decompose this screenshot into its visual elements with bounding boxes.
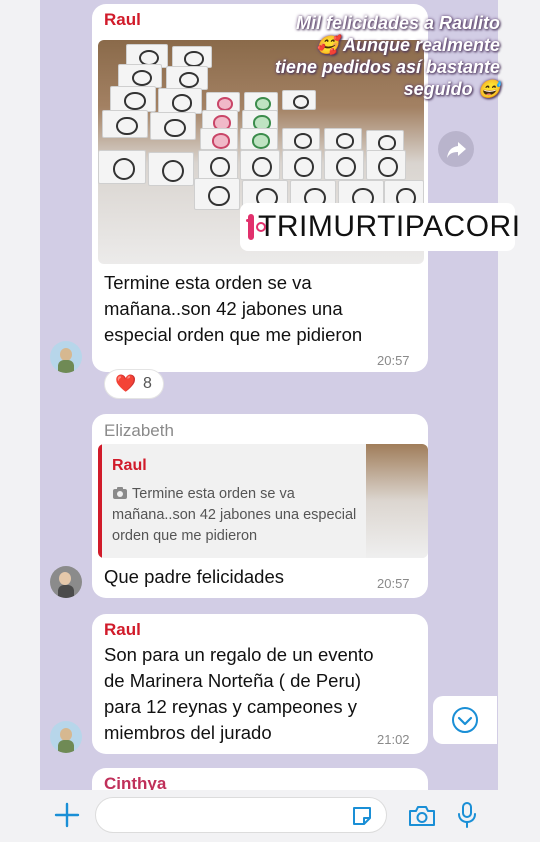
scroll-down-button[interactable]	[433, 696, 497, 744]
story-caption: Mil felicidades a Raulito 🥰 Aunque realm…	[274, 13, 500, 99]
message-bubble[interactable]: Elizabeth Raul Termine esta orden se va …	[92, 414, 428, 598]
reaction-badge[interactable]: ❤️ 8	[104, 369, 164, 399]
chevron-down-icon	[452, 707, 478, 733]
message-bubble[interactable]: Raul Son para un regalo de un evento de …	[92, 614, 428, 754]
avatar-elizabeth[interactable]	[50, 566, 82, 598]
reaction-count: 8	[143, 375, 152, 392]
sender-name[interactable]: Raul	[104, 10, 141, 30]
sender-name[interactable]: Elizabeth	[104, 421, 174, 441]
message-text[interactable]: Que padre felicidades	[104, 564, 284, 590]
message-input[interactable]	[95, 797, 387, 833]
quote-accent-bar	[98, 444, 102, 558]
avatar-raul[interactable]	[50, 721, 82, 753]
instagram-tag[interactable]: TRIMURTIPACORI	[240, 203, 520, 251]
plus-icon[interactable]	[53, 801, 81, 829]
message-text[interactable]: Son para un regalo de un evento de Marin…	[104, 642, 394, 746]
avatar-raul[interactable]	[50, 341, 82, 373]
instagram-handle: TRIMURTIPACORI	[258, 210, 521, 243]
quote-thumbnail	[366, 444, 428, 558]
forward-button[interactable]	[438, 131, 474, 167]
microphone-icon[interactable]	[457, 801, 477, 829]
sticker-icon[interactable]	[350, 804, 374, 828]
heart-emoji: ❤️	[115, 374, 137, 393]
quote-sender: Raul	[112, 457, 147, 474]
instagram-icon	[246, 214, 266, 240]
message-text[interactable]: Termine esta orden se va mañana..son 42 …	[104, 270, 414, 348]
message-time: 20:57	[377, 576, 410, 591]
message-time: 21:02	[377, 732, 410, 747]
quoted-message[interactable]: Raul Termine esta orden se va mañana..so…	[98, 444, 428, 558]
message-time: 20:57	[377, 353, 410, 368]
camera-icon[interactable]	[407, 804, 437, 828]
quote-text: Termine esta orden se va mañana..son 42 …	[112, 486, 357, 544]
sender-name[interactable]: Raul	[104, 620, 141, 640]
share-forward-icon	[447, 142, 466, 158]
